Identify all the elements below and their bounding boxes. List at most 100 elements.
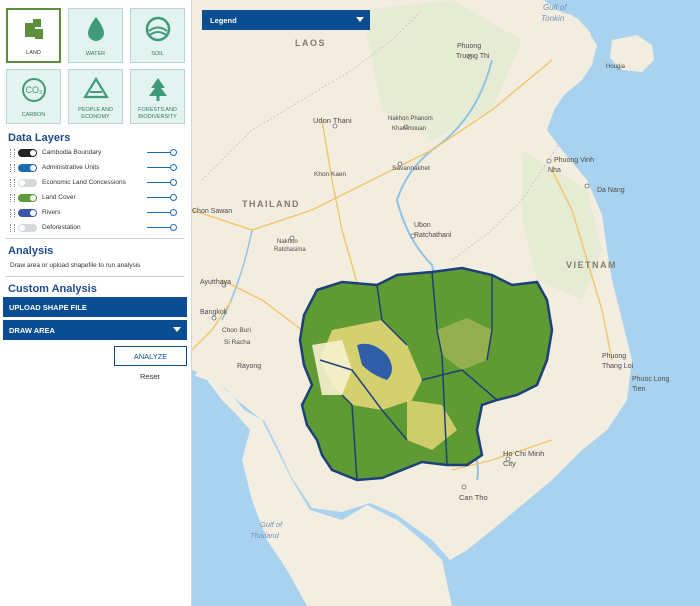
slider-handle[interactable]: [170, 194, 177, 201]
custom-analysis-title: Custom Analysis: [8, 283, 97, 295]
label-da-nang: Da Nang: [597, 187, 625, 194]
drag-handle-icon[interactable]: [10, 179, 15, 187]
upload-shape-file-button[interactable]: UPLOAD SHAPE FILE: [3, 297, 187, 317]
reset-link[interactable]: Reset: [140, 372, 160, 381]
tree-icon: [148, 78, 167, 101]
map-view[interactable]: Gulf of Tonkin LAOS THAILAND VIETNAM Phu…: [192, 0, 700, 606]
label-khammouan: Khammouan: [392, 126, 426, 132]
upload-label: UPLOAD SHAPE FILE: [9, 303, 87, 312]
layer-toggle[interactable]: [18, 164, 37, 172]
analysis-title: Analysis: [8, 245, 54, 257]
label-phuong-truong-thi: Phuong: [457, 43, 481, 50]
label-gulf-thailand-2: Thailand: [250, 531, 280, 540]
slider-handle[interactable]: [170, 149, 177, 156]
tile-label: FORESTS AND BIODIVERSITY: [131, 107, 184, 120]
tile-label: SOIL: [151, 50, 164, 57]
tile-label: WATER: [85, 50, 106, 57]
water-drop-icon: [87, 17, 104, 41]
land-icon: [24, 19, 43, 39]
label-ho-chi-minh: Ho Chi Minh: [503, 449, 544, 458]
legend-dropdown[interactable]: Legend: [202, 10, 370, 30]
label-khon-kaen: Khon Kaen: [314, 171, 347, 178]
drag-handle-icon[interactable]: [10, 209, 15, 217]
tile-label-line-2: BIODIVERSITY: [138, 113, 177, 120]
tile-people-economy[interactable]: PEOPLE AND ECONOMY: [68, 69, 123, 124]
layer-toggle[interactable]: [18, 179, 37, 187]
opacity-slider[interactable]: [147, 149, 177, 156]
layer-name: Economic Land Concessions: [42, 179, 126, 186]
label-bangkok: Bangkok: [200, 309, 228, 316]
label-ubon-2: Ratchathani: [414, 232, 452, 239]
label-phuong-thang-loi: Phuong: [602, 353, 626, 360]
label-phuong-vinh-2: Nha: [548, 167, 561, 174]
tile-carbon[interactable]: CO₂ CARBON: [6, 69, 61, 124]
draw-area-dropdown[interactable]: DRAW AREA: [3, 320, 187, 340]
tile-soil[interactable]: SOIL: [130, 8, 185, 63]
analysis-description: Draw area or upload shapefile to run ana…: [10, 262, 141, 269]
layer-row-rivers: Rivers: [10, 207, 180, 219]
label-gulf-tonkin: Gulf of: [543, 3, 567, 12]
layer-name: Administrative Units: [42, 164, 100, 171]
basemap[interactable]: Gulf of Tonkin LAOS THAILAND VIETNAM Phu…: [192, 0, 700, 606]
label-laos: LAOS: [295, 38, 326, 48]
opacity-slider[interactable]: [147, 194, 177, 201]
label-chon-buri: Chon Buri: [222, 327, 251, 334]
label-gulf-thailand: Gulf of: [260, 520, 283, 529]
label-savannakhet: Savannakhet: [392, 165, 430, 172]
label-gulf-tonkin-2: Tonkin: [541, 14, 565, 23]
drag-handle-icon[interactable]: [10, 164, 15, 172]
layer-toggle[interactable]: [18, 209, 37, 217]
label-rayong: Rayong: [237, 363, 261, 370]
people-economy-icon: [82, 76, 109, 99]
layer-row-administrative-units: Administrative Units: [10, 162, 180, 174]
label-udon-thani: Udon Thani: [313, 116, 352, 125]
divider: [6, 238, 184, 239]
analyze-button[interactable]: ANALYZE: [114, 346, 187, 366]
drag-handle-icon[interactable]: [10, 149, 15, 157]
sidebar: LAND WATER SOIL CO₂ CARBON PEOPLE AND EC…: [0, 0, 192, 606]
drag-handle-icon[interactable]: [10, 194, 15, 202]
draw-area-label: DRAW AREA: [9, 326, 55, 335]
label-nakhon-ratchasima: Nakhon: [277, 239, 298, 245]
carbon-icon: CO₂: [21, 78, 46, 102]
tile-forests-biodiversity[interactable]: FORESTS AND BIODIVERSITY: [130, 69, 185, 124]
drag-handle-icon[interactable]: [10, 224, 15, 232]
chevron-down-icon: [173, 327, 181, 332]
slider-handle[interactable]: [170, 179, 177, 186]
layer-row-economic-land-concessions: Economic Land Concessions: [10, 177, 180, 189]
tile-label: LAND: [26, 49, 41, 56]
label-vietnam: VIETNAM: [566, 260, 617, 270]
label-ho-chi-minh-2: City: [503, 459, 516, 468]
label-can-tho: Can Tho: [459, 493, 488, 502]
layer-toggle[interactable]: [18, 149, 37, 157]
svg-text:CO₂: CO₂: [25, 85, 43, 95]
slider-handle[interactable]: [170, 164, 177, 171]
label-phuong-thang-loi-2: Thang Loi: [602, 363, 634, 370]
opacity-slider[interactable]: [147, 179, 177, 186]
tile-label-line-1: PEOPLE AND: [78, 107, 113, 113]
tile-label: CARBON: [21, 111, 46, 118]
tile-water[interactable]: WATER: [68, 8, 123, 63]
label-ayutthaya: Ayutthaya: [200, 279, 231, 286]
opacity-slider[interactable]: [147, 209, 177, 216]
label-hougia: Hougia: [606, 64, 626, 70]
slider-handle[interactable]: [170, 224, 177, 231]
opacity-slider[interactable]: [147, 224, 177, 231]
layer-name: Cambodia Boundary: [42, 149, 102, 156]
legend-label: Legend: [210, 16, 237, 25]
tile-land[interactable]: LAND: [6, 8, 61, 63]
layer-toggle[interactable]: [18, 194, 37, 202]
label-phuoc-long: Phuoc Long: [632, 376, 669, 383]
label-chon-sawan: Chon Sawan: [192, 208, 232, 215]
layer-toggle[interactable]: [18, 224, 37, 232]
chevron-down-icon: [356, 17, 364, 22]
opacity-slider[interactable]: [147, 164, 177, 171]
layer-name: Rivers: [42, 209, 61, 216]
label-nakhon-ratchasima-2: Ratchasima: [274, 247, 306, 253]
soil-icon: [145, 16, 170, 42]
tile-label-line-1: FORESTS AND: [138, 107, 177, 113]
label-ubon: Ubon: [414, 222, 431, 229]
layer-row-land-cover: Land Cover: [10, 192, 180, 204]
label-nakhon-phanom: Nakhon Phanom: [388, 116, 433, 122]
slider-handle[interactable]: [170, 209, 177, 216]
